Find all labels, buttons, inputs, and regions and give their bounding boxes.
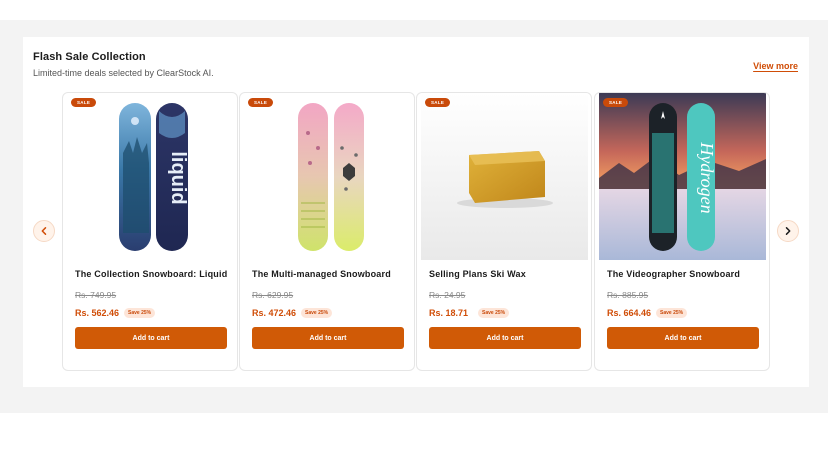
original-price: Rs. 749.95 [75, 290, 117, 300]
discount-badge: Save 25% [124, 308, 156, 318]
chevron-right-icon [785, 227, 791, 235]
add-to-cart-button[interactable]: Add to cart [429, 327, 581, 349]
discount-badge: Save 25% [656, 308, 688, 318]
sale-price: Rs. 18.71 [429, 308, 469, 318]
sale-badge: SALE [603, 98, 629, 107]
product-image-ski-wax[interactable] [421, 93, 588, 260]
sale-price: Rs. 664.46 [607, 308, 652, 318]
product-image-multi-managed-snowboard[interactable] [244, 93, 411, 260]
section-title: Flash Sale Collection [33, 51, 146, 63]
sale-badge: SALE [71, 98, 97, 107]
product-name[interactable]: The Collection Snowboard: Liquid [75, 269, 227, 279]
chevron-left-icon [41, 227, 47, 235]
discount-badge: Save 25% [478, 308, 510, 318]
product-name[interactable]: The Multi-managed Snowboard [252, 269, 391, 279]
view-more-link[interactable]: View more [753, 61, 798, 71]
product-card[interactable]: SALE The Multi-managed Snowboard Rs. 629… [239, 92, 415, 371]
sale-price: Rs. 562.46 [75, 308, 120, 318]
product-card[interactable]: Hydrogen SALE The Videographer Snowboard… [594, 92, 770, 371]
product-name[interactable]: The Videographer Snowboard [607, 269, 740, 279]
discount-badge: Save 25% [301, 308, 333, 318]
product-image-liquid-snowboard[interactable]: liquid [67, 93, 234, 260]
carousel-prev-button[interactable] [33, 220, 55, 242]
section-subtitle: Limited-time deals selected by ClearStoc… [33, 68, 214, 78]
sale-badge: SALE [425, 98, 451, 107]
original-price: Rs. 885.95 [607, 290, 649, 300]
sale-badge: SALE [248, 98, 274, 107]
original-price: Rs. 24.95 [429, 290, 466, 300]
svg-text:liquid: liquid [167, 151, 189, 204]
original-price: Rs. 629.95 [252, 290, 294, 300]
svg-text:Hydrogen: Hydrogen [697, 141, 717, 213]
add-to-cart-button[interactable]: Add to cart [252, 327, 404, 349]
add-to-cart-button[interactable]: Add to cart [607, 327, 759, 349]
product-card[interactable]: SALE Selling Plans Ski Wax Rs. 24.95 Rs.… [416, 92, 592, 371]
product-name[interactable]: Selling Plans Ski Wax [429, 269, 526, 279]
product-card[interactable]: liquid SALE The Collection Snowboard: Li… [62, 92, 238, 371]
carousel-next-button[interactable] [777, 220, 799, 242]
sale-price: Rs. 472.46 [252, 308, 297, 318]
add-to-cart-button[interactable]: Add to cart [75, 327, 227, 349]
product-image-videographer-snowboard[interactable]: Hydrogen [599, 93, 766, 260]
